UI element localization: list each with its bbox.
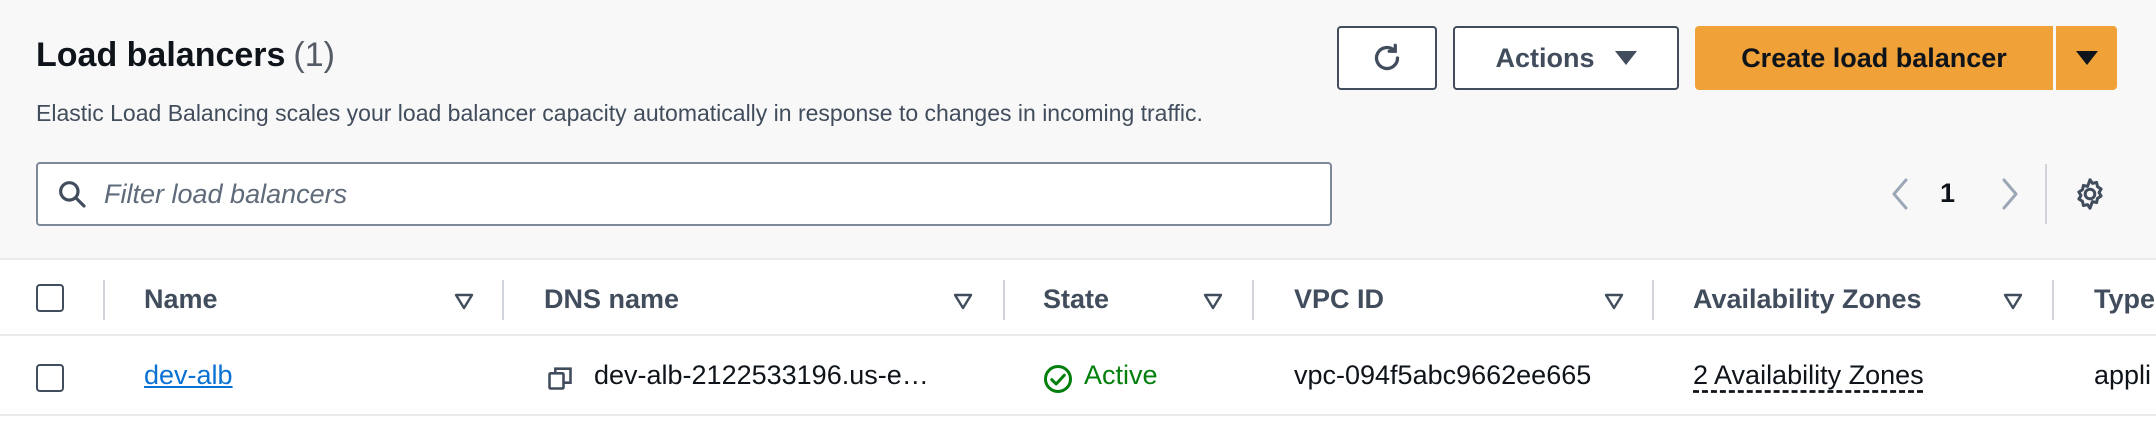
actions-label: Actions: [1495, 42, 1595, 73]
caret-down-icon: [2075, 51, 2098, 65]
column-header-type[interactable]: Type: [2094, 284, 2155, 315]
status-badge: Active: [1084, 360, 1158, 390]
previous-page-button[interactable]: [1880, 172, 1920, 216]
column-divider[interactable]: [502, 280, 504, 320]
column-divider: [103, 280, 105, 320]
column-divider[interactable]: [1003, 280, 1005, 320]
load-balancer-name-link[interactable]: dev-alb: [144, 360, 233, 391]
table-row[interactable]: dev-alb dev-alb-2122533196.us-e… Active …: [0, 336, 2156, 416]
sort-icon[interactable]: [1202, 290, 1224, 312]
table-preferences-button[interactable]: [2068, 172, 2112, 216]
refresh-button[interactable]: [1337, 26, 1437, 90]
sort-icon[interactable]: [952, 290, 974, 312]
search-input[interactable]: [104, 178, 1304, 210]
status-success-icon: [1044, 365, 1072, 393]
item-count: (1): [293, 36, 335, 74]
page-title-text: Load balancers: [36, 36, 286, 74]
refresh-icon: [1374, 43, 1400, 71]
column-header-availability-zones[interactable]: Availability Zones: [1693, 284, 1922, 315]
select-all-checkbox[interactable]: [36, 284, 64, 312]
column-divider[interactable]: [1652, 280, 1654, 320]
current-page-number[interactable]: 1: [1940, 178, 1955, 209]
column-header-vpc-id[interactable]: VPC ID: [1294, 284, 1384, 315]
next-page-button[interactable]: [1990, 172, 2030, 216]
column-header-name[interactable]: Name: [144, 284, 218, 315]
table-header: Name DNS name State VPC ID Availability …: [0, 258, 2156, 336]
create-load-balancer-button[interactable]: Create load balancer: [1695, 26, 2053, 90]
search-icon: [54, 176, 90, 212]
caret-down-icon: [1614, 51, 1637, 65]
row-checkbox[interactable]: [36, 364, 64, 392]
page-description: Elastic Load Balancing scales your load …: [36, 100, 1203, 126]
column-header-state[interactable]: State: [1043, 284, 1109, 315]
chevron-left-icon: [1892, 178, 1908, 210]
header-panel: Load balancers (1) Elastic Load Balancing…: [0, 0, 2156, 258]
availability-zones-popover[interactable]: 2 Availability Zones: [1693, 360, 1924, 391]
column-divider[interactable]: [2052, 280, 2054, 320]
pagination-divider: [2045, 164, 2047, 224]
dns-name-cell: dev-alb-2122533196.us-e…: [594, 360, 929, 390]
vpc-id-cell: vpc-094f5abc9662ee665: [1294, 360, 1592, 390]
column-header-dns-name[interactable]: DNS name: [544, 284, 679, 315]
search-field[interactable]: [36, 162, 1332, 226]
column-divider[interactable]: [1252, 280, 1254, 320]
create-options-dropdown-button[interactable]: [2056, 26, 2117, 90]
sort-icon[interactable]: [453, 290, 475, 312]
gear-icon: [2077, 178, 2103, 210]
sort-icon[interactable]: [2002, 290, 2024, 312]
sort-icon[interactable]: [1603, 290, 1625, 312]
actions-button[interactable]: Actions: [1453, 26, 1679, 90]
chevron-right-icon: [2002, 178, 2018, 210]
create-label: Create load balancer: [1741, 42, 2007, 73]
page-title: Load balancers (1): [36, 36, 335, 75]
copy-icon[interactable]: [546, 364, 574, 392]
type-cell: appli: [2094, 360, 2152, 390]
